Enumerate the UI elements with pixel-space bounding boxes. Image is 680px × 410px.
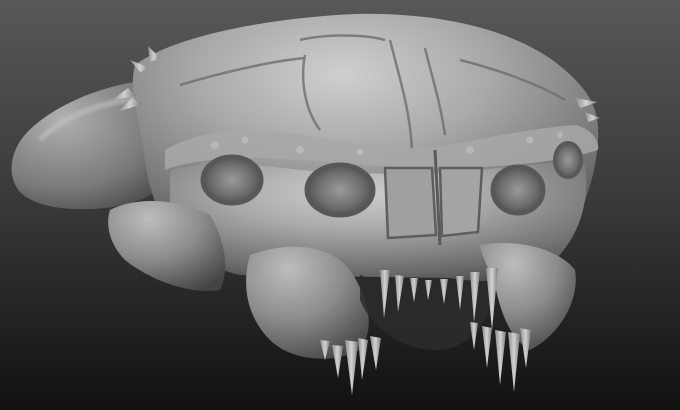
sculpt-render: [0, 0, 680, 410]
far-right-eye-socket: [553, 141, 583, 179]
left-eye-socket: [200, 154, 264, 206]
render-viewport: [0, 0, 680, 410]
center-eye-socket: [304, 162, 376, 218]
right-eye-socket: [490, 164, 546, 216]
